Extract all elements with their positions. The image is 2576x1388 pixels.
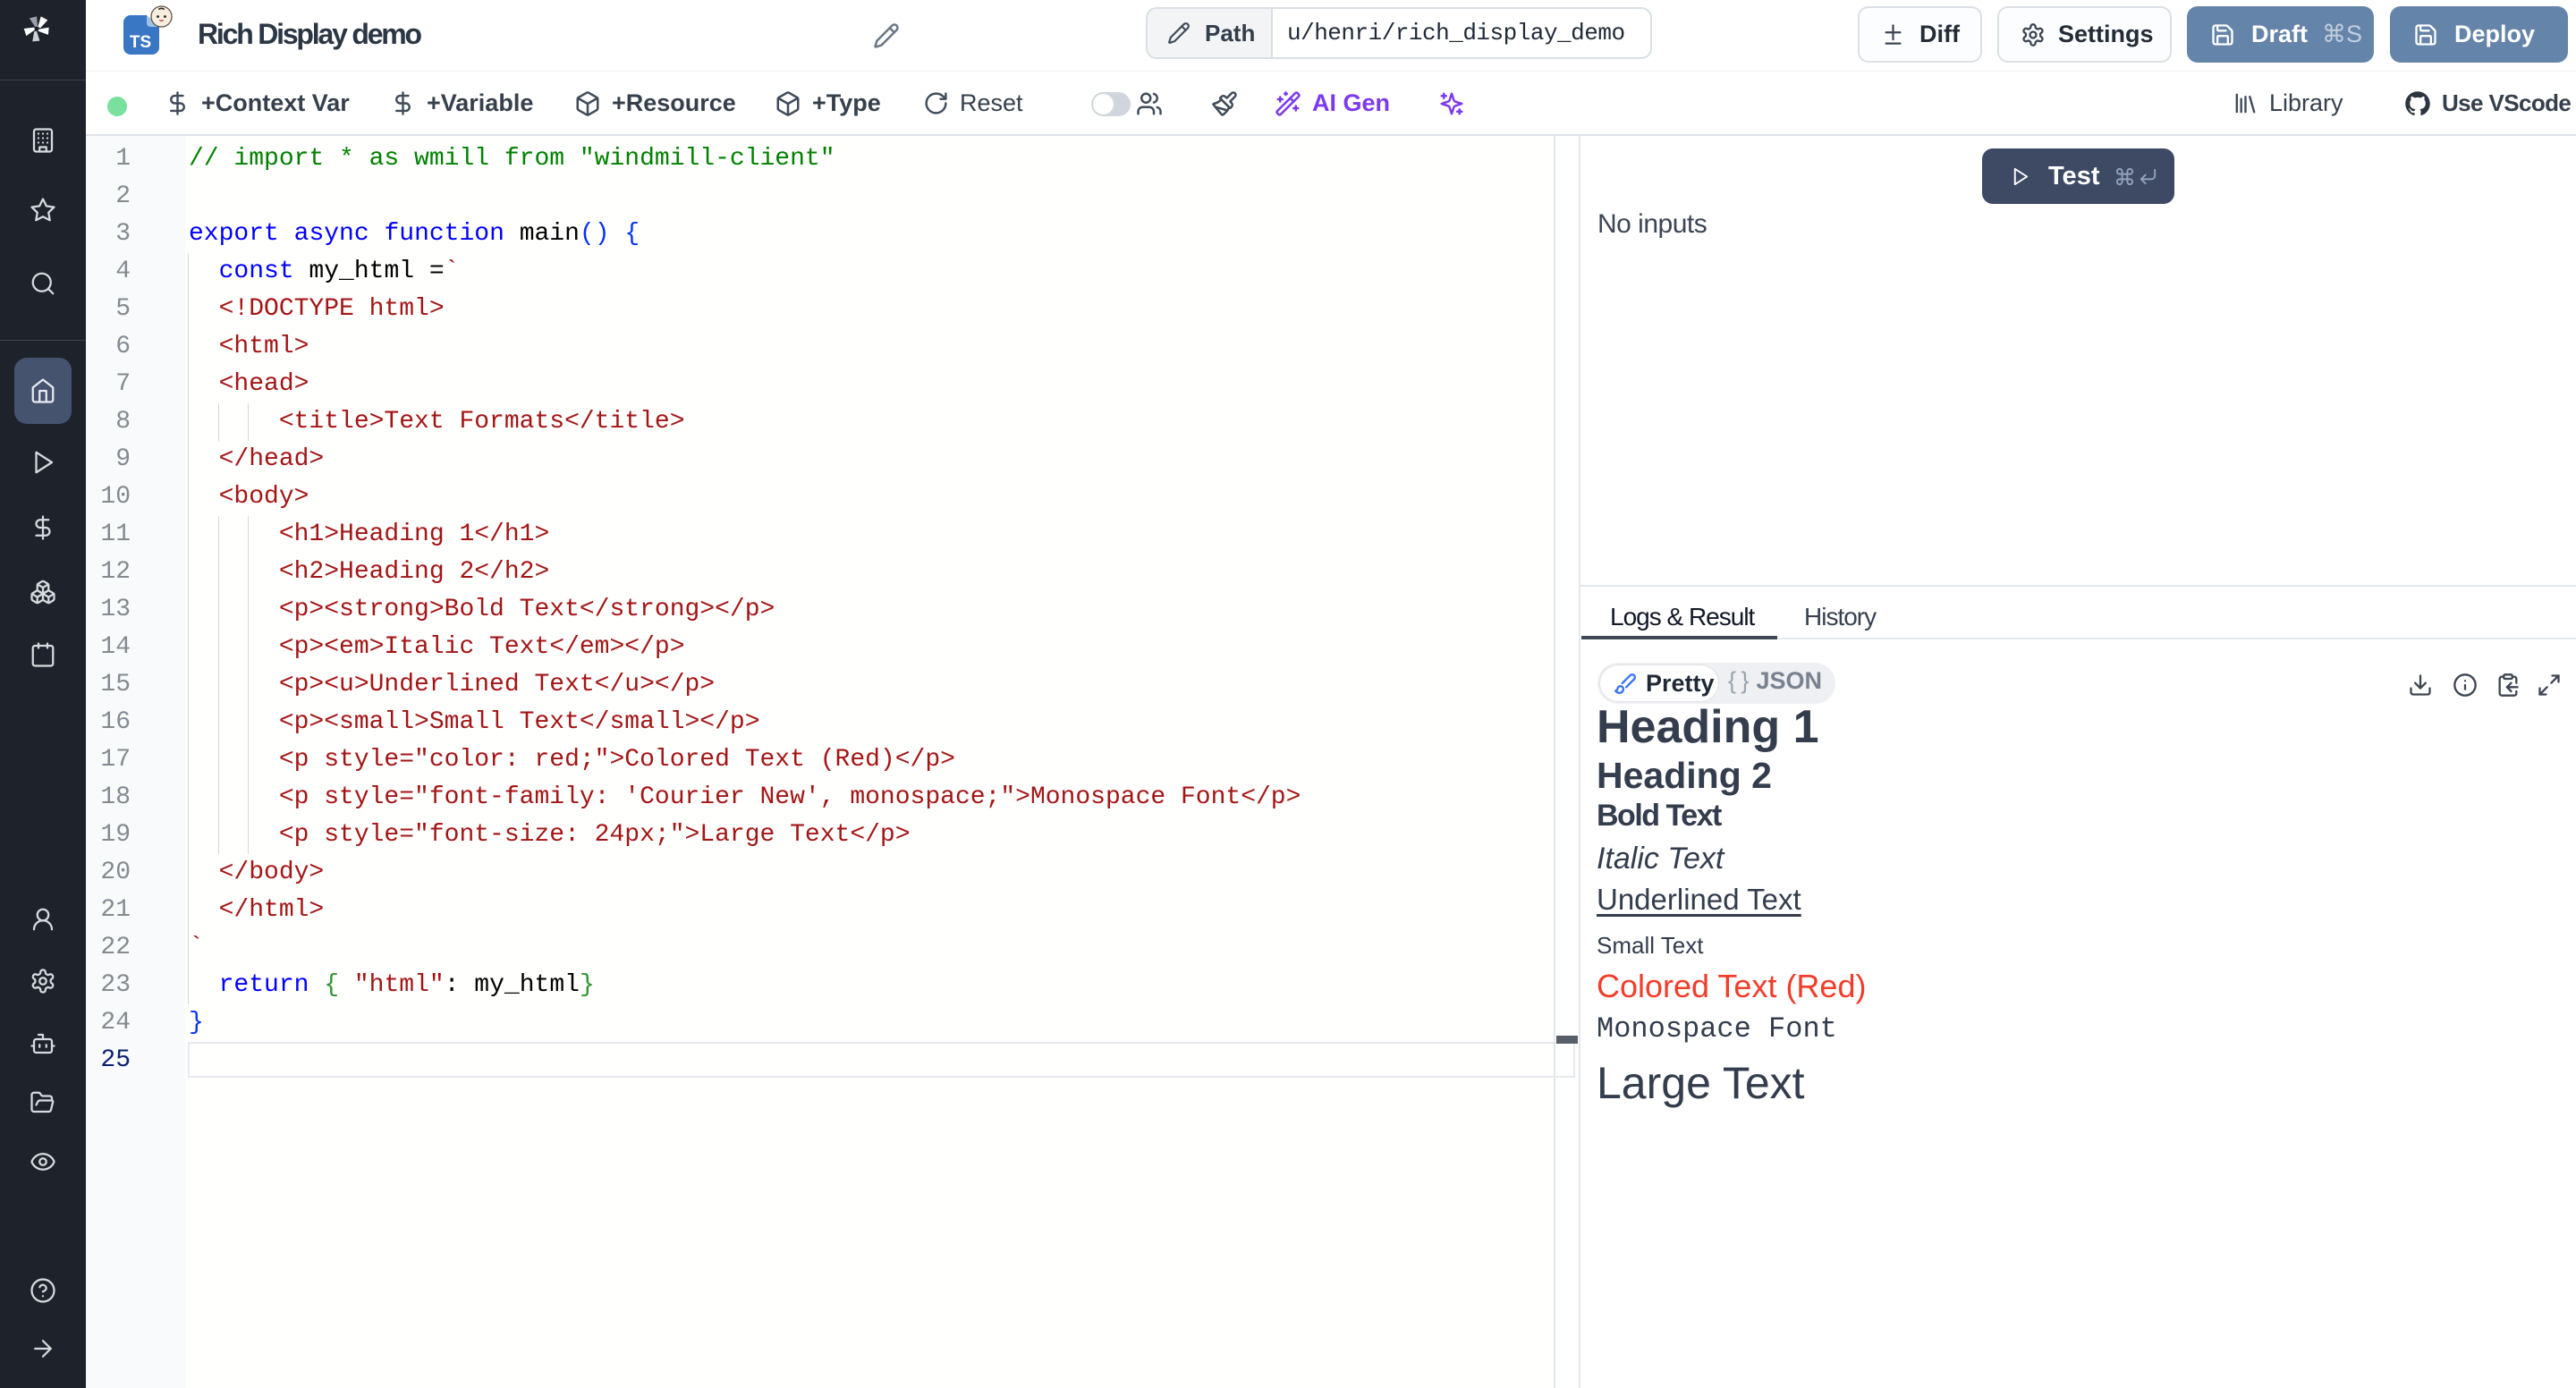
svg-text:TS: TS	[130, 33, 151, 52]
